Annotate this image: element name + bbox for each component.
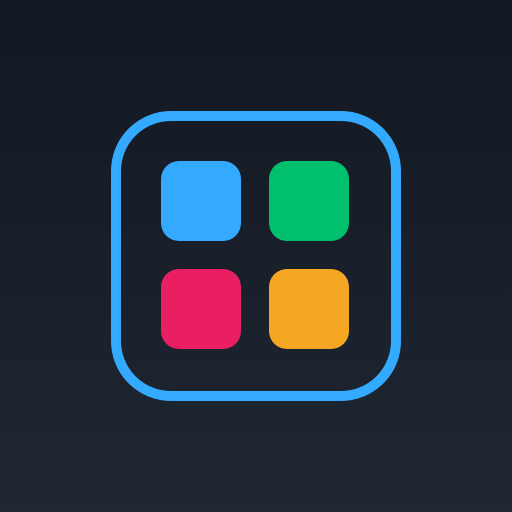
tile-green — [269, 161, 349, 241]
rounded-frame — [111, 111, 401, 401]
tile-blue — [161, 161, 241, 241]
app-grid-icon — [0, 0, 512, 512]
tile-orange — [269, 269, 349, 349]
tile-pink — [161, 269, 241, 349]
